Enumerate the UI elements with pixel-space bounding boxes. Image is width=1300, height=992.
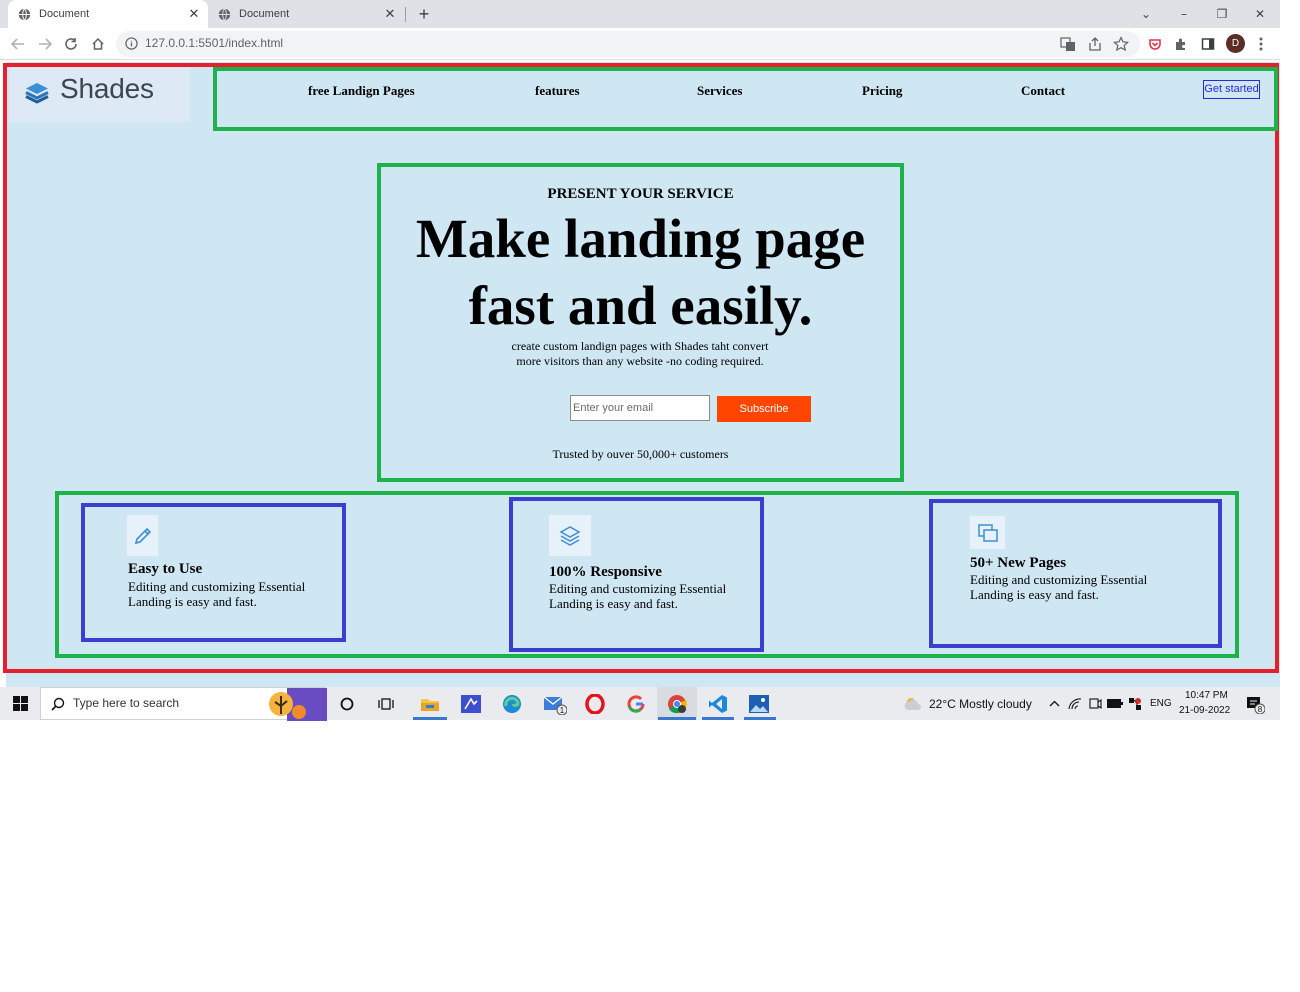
globe-icon: [218, 7, 231, 21]
network-status-icon[interactable]: [1125, 687, 1145, 720]
notification-center-icon[interactable]: 8: [1242, 687, 1268, 720]
wifi-icon[interactable]: [1066, 687, 1084, 720]
windows-taskbar: Type here to search 1 22°C Mostly cloudy: [0, 687, 1280, 721]
active-app-indicator: [744, 717, 776, 720]
browser-tab[interactable]: Document ✕: [208, 0, 404, 28]
hero-annotation-frame: [377, 163, 904, 482]
windows-start-icon[interactable]: [8, 687, 32, 720]
close-tab-icon[interactable]: ✕: [186, 6, 202, 22]
browser-tab-strip: Document ✕ Document ✕ + ⌄ – ❐ ✕: [0, 0, 1280, 28]
tab-title: Document: [239, 8, 290, 20]
edge-browser-icon[interactable]: [500, 687, 524, 720]
profile-avatar[interactable]: D: [1226, 34, 1245, 53]
battery-icon[interactable]: [1105, 687, 1125, 720]
active-app-indicator: [702, 717, 734, 720]
tab-divider: [405, 7, 406, 22]
restore-icon[interactable]: ❐: [1203, 0, 1241, 28]
vscode-icon[interactable]: [706, 687, 730, 720]
new-tab-button[interactable]: +: [414, 3, 434, 25]
chrome-browser-icon[interactable]: [657, 687, 697, 720]
tab-title: Document: [39, 8, 90, 20]
url-text: 127.0.0.1:5501/index.html: [145, 36, 284, 50]
active-app-indicator: [413, 717, 447, 720]
meet-now-icon[interactable]: [1086, 687, 1104, 720]
translate-icon[interactable]: [1060, 36, 1076, 52]
pocket-extension-icon[interactable]: [1146, 35, 1164, 53]
extensions-puzzle-icon[interactable]: [1172, 35, 1190, 53]
browser-toolbar: 127.0.0.1:5501/index.html D: [0, 28, 1280, 60]
search-icon: [51, 697, 65, 711]
home-icon[interactable]: [87, 33, 109, 55]
features-annotation-frame: [55, 491, 1239, 658]
bookmark-star-icon[interactable]: [1113, 36, 1129, 52]
google-app-icon[interactable]: [624, 687, 648, 720]
site-info-icon[interactable]: [125, 37, 138, 50]
cortana-icon[interactable]: [336, 687, 358, 720]
powerautomate-app-icon[interactable]: [459, 687, 483, 720]
taskbar-search-placeholder: Type here to search: [73, 696, 180, 710]
side-panel-icon[interactable]: [1199, 35, 1217, 53]
close-tab-icon[interactable]: ✕: [382, 6, 398, 22]
weather-cloud-icon[interactable]: [902, 687, 924, 720]
close-window-icon[interactable]: ✕: [1241, 0, 1279, 28]
input-language[interactable]: ENG: [1150, 698, 1172, 709]
browser-tab-active[interactable]: Document ✕: [8, 0, 208, 28]
file-explorer-icon[interactable]: [418, 687, 442, 720]
weather-text[interactable]: 22°C Mostly cloudy: [929, 697, 1032, 711]
clock-date[interactable]: 21-09-2022: [1179, 705, 1230, 716]
address-bar[interactable]: 127.0.0.1:5501/index.html: [116, 31, 1140, 57]
mail-icon[interactable]: 1: [541, 687, 569, 720]
reload-icon[interactable]: [60, 33, 82, 55]
forward-arrow-icon[interactable]: [34, 33, 56, 55]
back-arrow-icon[interactable]: [7, 33, 29, 55]
globe-icon: [18, 7, 31, 21]
svg-text:8: 8: [1258, 705, 1263, 714]
active-app-indicator: [658, 717, 696, 720]
photos-app-icon[interactable]: [747, 687, 771, 720]
header-annotation-frame: [213, 67, 1278, 131]
minimize-icon[interactable]: –: [1165, 0, 1203, 28]
share-icon[interactable]: [1087, 36, 1103, 52]
more-menu-icon[interactable]: [1252, 35, 1270, 53]
svg-text:1: 1: [560, 706, 565, 715]
tray-chevron-up-icon[interactable]: [1046, 687, 1062, 720]
tab-search-chevron-icon[interactable]: ⌄: [1127, 0, 1165, 28]
clock-time[interactable]: 10:47 PM: [1185, 690, 1228, 701]
task-view-icon[interactable]: [375, 687, 397, 720]
opera-browser-icon[interactable]: [583, 687, 607, 720]
halloween-search-art-icon: [269, 688, 327, 721]
